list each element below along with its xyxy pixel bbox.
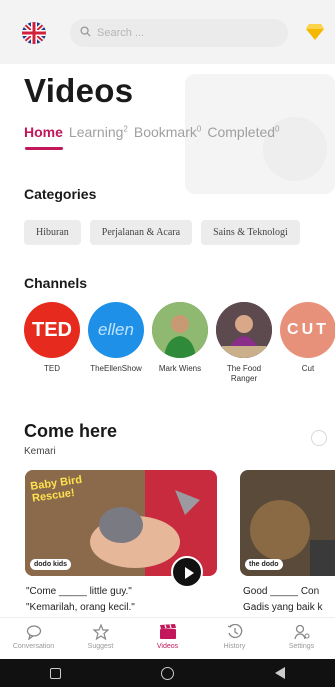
chat-icon — [26, 625, 41, 640]
bottom-nav: Conversation Suggest Videos History Sett… — [0, 617, 335, 659]
channel-list: TED TED ellen TheEllenShow Mark Wiens Th… — [20, 302, 335, 384]
search-input[interactable] — [97, 27, 247, 39]
tab-home[interactable]: Home — [24, 124, 63, 140]
nav-label: Conversation — [12, 643, 55, 650]
search-icon — [80, 24, 91, 42]
star-icon — [92, 624, 109, 640]
home-icon[interactable] — [161, 666, 175, 680]
recent-apps-icon[interactable] — [50, 667, 62, 679]
channel-avatar: CUT — [280, 302, 335, 358]
video-translation: "Kemarilah, orang kecil." — [26, 602, 135, 613]
tab-bookmark-label: Bookmark — [133, 124, 197, 140]
channel-avatar — [152, 302, 208, 358]
nav-videos[interactable]: Videos — [134, 618, 201, 659]
tab-completed-count: 0 — [275, 124, 280, 134]
tab-learning-label: Learning — [68, 124, 124, 140]
nav-label: Settings — [288, 643, 315, 650]
channel-ted[interactable]: TED TED — [20, 302, 84, 384]
nav-label: Suggest — [87, 643, 114, 650]
tab-completed-label: Completed — [207, 124, 276, 140]
uk-flag-icon[interactable] — [22, 22, 46, 44]
page-title: Videos — [24, 72, 134, 109]
video-translation: Gadis yang baik k — [243, 602, 323, 613]
nav-conversation[interactable]: Conversation — [0, 618, 67, 659]
tab-completed[interactable]: Completed0 — [207, 124, 279, 140]
channel-name: Cut — [301, 364, 315, 373]
nav-history[interactable]: History — [201, 618, 268, 659]
channel-name: TED — [44, 364, 60, 373]
history-icon — [227, 624, 242, 639]
tab-bookmark-count: 0 — [196, 124, 202, 134]
channel-ellen[interactable]: ellen TheEllenShow — [84, 302, 148, 384]
channel-badge: dodo kids — [30, 559, 72, 570]
search-box[interactable] — [70, 19, 288, 47]
nav-suggest[interactable]: Suggest — [67, 618, 134, 659]
channel-avatar — [216, 302, 272, 358]
video-caption: Good _____ Con — [243, 586, 320, 597]
settings-icon — [293, 624, 310, 640]
clapperboard-icon — [159, 624, 176, 639]
channels-heading: Channels — [24, 275, 88, 291]
lesson-subtitle: Kemari — [24, 446, 56, 457]
channel-name: Mark Wiens — [158, 364, 202, 373]
category-list: Hiburan Perjalanan & Acara Sains & Tekno… — [24, 220, 309, 245]
channel-cut[interactable]: CUT Cut — [276, 302, 335, 384]
system-nav-bar — [0, 659, 335, 687]
categories-heading: Categories — [24, 186, 97, 202]
nav-settings[interactable]: Settings — [268, 618, 335, 659]
gem-icon[interactable] — [305, 23, 325, 41]
channel-name: The Food Ranger — [226, 364, 262, 383]
play-button[interactable] — [171, 556, 203, 588]
tab-learning-count: 2 — [123, 124, 128, 134]
nav-label: Videos — [156, 643, 179, 650]
nav-label: History — [223, 643, 246, 650]
top-bar — [0, 0, 335, 64]
category-chip[interactable]: Perjalanan & Acara — [89, 220, 193, 245]
channel-logo-text: CUT — [287, 321, 329, 338]
back-icon[interactable] — [274, 667, 285, 679]
tab-learning[interactable]: Learning2 — [69, 124, 128, 140]
channel-food-ranger[interactable]: The Food Ranger — [212, 302, 276, 384]
video-thumbnail[interactable]: the dodo — [240, 470, 335, 576]
category-chip[interactable]: Sains & Teknologi — [201, 220, 300, 245]
channel-avatar: ellen — [88, 302, 144, 358]
channel-logo-text: TED — [32, 318, 72, 341]
tab-bar: Home Learning2 Bookmark0 Completed0 — [24, 124, 286, 140]
channel-name: TheEllenShow — [90, 364, 142, 373]
video-caption: "Come _____ little guy." — [26, 586, 132, 597]
channel-avatar: TED — [24, 302, 80, 358]
channel-logo-text: ellen — [98, 320, 134, 339]
channel-mark-wiens[interactable]: Mark Wiens — [148, 302, 212, 384]
active-tab-indicator — [25, 147, 63, 150]
channel-badge: the dodo — [245, 559, 283, 570]
lesson-title: Come here — [24, 421, 118, 441]
tab-bookmark[interactable]: Bookmark0 — [134, 124, 201, 140]
category-chip[interactable]: Hiburan — [24, 220, 81, 245]
tab-home-label: Home — [24, 124, 63, 140]
info-icon[interactable] — [311, 430, 327, 446]
